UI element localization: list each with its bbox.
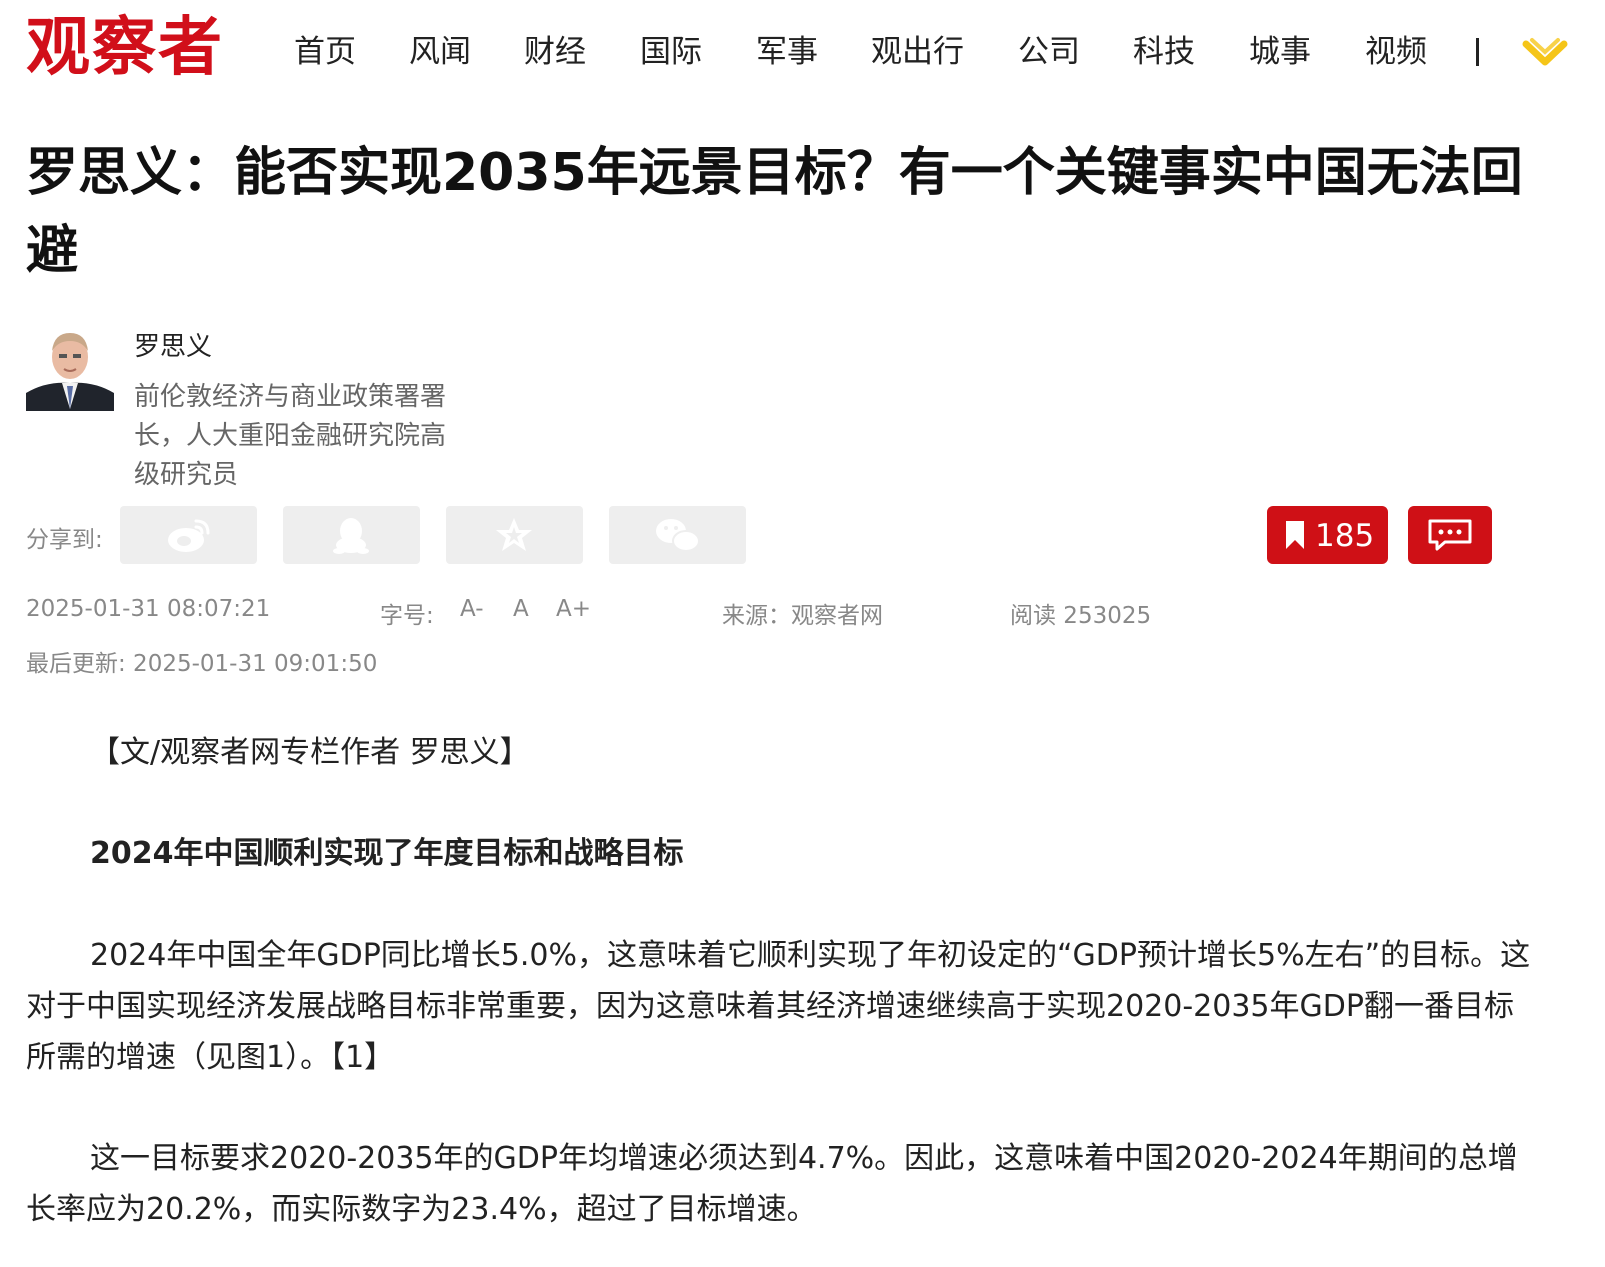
comment-icon bbox=[1428, 519, 1472, 551]
share-qq-button[interactable] bbox=[283, 506, 420, 564]
qzone-icon bbox=[496, 518, 532, 551]
nav-divider bbox=[1476, 38, 1479, 66]
nav-item-international[interactable]: 国际 bbox=[640, 22, 702, 82]
body-paragraph: 2024年中国全年GDP同比增长5.0%，这意味着它顺利实现了年初设定的“GDP… bbox=[26, 938, 1531, 1075]
collect-button[interactable]: 185 bbox=[1267, 506, 1388, 564]
read-count: 阅读 253025 bbox=[1010, 603, 1152, 629]
share-label: 分享到: bbox=[26, 527, 103, 553]
collect-count: 185 bbox=[1315, 518, 1375, 554]
publish-time: 2025-01-31 08:07:21 bbox=[26, 596, 271, 622]
byline-paragraph: 【文/观察者网专栏作者 罗思义】 bbox=[90, 735, 530, 770]
nav-item-military[interactable]: 军事 bbox=[756, 22, 818, 82]
font-size-increase[interactable]: A+ bbox=[556, 596, 591, 622]
font-size-default[interactable]: A bbox=[513, 596, 529, 622]
body-paragraph: 这一目标要求2020-2035年的GDP年均增速必须达到4.7%。因此，这意味着… bbox=[26, 1141, 1518, 1227]
font-size-decrease[interactable]: A- bbox=[460, 596, 484, 622]
share-qzone-button[interactable] bbox=[446, 506, 583, 564]
wechat-icon bbox=[656, 519, 700, 552]
nav-item-fengwen[interactable]: 风闻 bbox=[409, 22, 471, 82]
section-heading: 2024年中国顺利实现了年度目标和战略目标 bbox=[90, 836, 684, 871]
nav-item-home[interactable]: 首页 bbox=[294, 22, 356, 82]
nav-item-tech[interactable]: 科技 bbox=[1133, 22, 1195, 82]
nav-item-company[interactable]: 公司 bbox=[1018, 22, 1080, 82]
qq-icon bbox=[333, 518, 369, 554]
author-name[interactable]: 罗思义 bbox=[134, 326, 212, 363]
share-wechat-button[interactable] bbox=[609, 506, 746, 564]
author-avatar bbox=[26, 323, 114, 411]
comment-button[interactable] bbox=[1408, 506, 1492, 564]
font-size-label: 字号: bbox=[380, 603, 434, 629]
last-updated: 最后更新: 2025-01-31 09:01:50 bbox=[26, 651, 378, 677]
share-weibo-button[interactable] bbox=[120, 506, 257, 564]
site-logo[interactable]: 观察者 bbox=[26, 8, 224, 88]
bookmark-icon bbox=[1286, 521, 1304, 549]
nav-item-city[interactable]: 城事 bbox=[1249, 22, 1311, 82]
nav-item-finance[interactable]: 财经 bbox=[524, 22, 586, 82]
nav-item-mobility[interactable]: 观出行 bbox=[871, 22, 964, 82]
author-bio: 前伦敦经济与商业政策署署长，人大重阳金融研究院高级研究员 bbox=[134, 382, 447, 490]
weibo-icon bbox=[168, 519, 210, 552]
nav-item-video[interactable]: 视频 bbox=[1365, 22, 1427, 82]
article-source: 来源：观察者网 bbox=[722, 603, 883, 629]
nav-more-chevron-icon[interactable] bbox=[1522, 34, 1568, 74]
article-title: 罗思义：能否实现2035年远景目标？有一个关键事实中国无法回避 bbox=[26, 143, 1523, 281]
